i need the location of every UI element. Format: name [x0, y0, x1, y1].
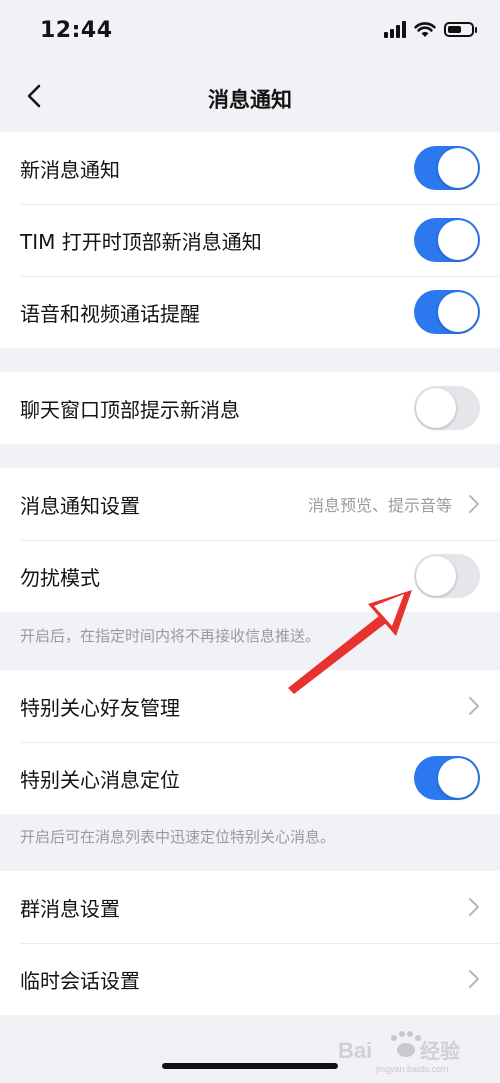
row-label: 临时会话设置: [20, 968, 140, 993]
row-special-care-locate: 特别关心消息定位: [0, 742, 500, 814]
row-label: 新消息通知: [20, 157, 120, 182]
special-care-hint: 开启后可在消息列表中迅速定位特别关心消息。: [20, 828, 336, 846]
row-label: 消息通知设置: [20, 493, 140, 518]
group-notifications: 新消息通知 TIM 打开时顶部新消息通知 语音和视频通话提醒: [0, 132, 500, 348]
baidu-jingyan-watermark-logo: Bai 经验 jingyan.baidu.com: [338, 1031, 460, 1074]
row-label: 特别关心好友管理: [20, 695, 180, 720]
group-session-settings: 群消息设置 临时会话设置: [0, 871, 500, 1015]
svg-text:经验: 经验: [420, 1039, 460, 1063]
row-label: 勿扰模式: [20, 565, 100, 590]
status-bar: 12:44: [0, 0, 500, 64]
svg-text:jingyan.baidu.com: jingyan.baidu.com: [375, 1064, 449, 1074]
row-label: TIM 打开时顶部新消息通知: [20, 229, 262, 254]
row-value: 消息预览、提示音等: [307, 496, 452, 515]
row-label: 群消息设置: [20, 896, 120, 921]
chevron-right-icon: [469, 970, 479, 988]
chevron-right-icon: [469, 898, 479, 916]
row-temp-session-settings[interactable]: 临时会话设置: [0, 943, 500, 1015]
battery-icon: [444, 21, 477, 37]
tim-top-notification-toggle[interactable]: [414, 218, 480, 262]
new-message-notification-toggle[interactable]: [414, 146, 480, 190]
row-chat-top-hint: 聊天窗口顶部提示新消息: [0, 372, 500, 444]
wifi-icon: [414, 21, 436, 37]
do-not-disturb-hint: 开启后，在指定时间内将不再接收信息推送。: [20, 627, 321, 645]
chevron-right-icon: [469, 697, 479, 715]
group-chat-window: 聊天窗口顶部提示新消息: [0, 372, 500, 444]
row-tim-top-notification: TIM 打开时顶部新消息通知: [0, 204, 500, 276]
row-call-reminder: 语音和视频通话提醒: [0, 276, 500, 348]
group-special-care: 特别关心好友管理 特别关心消息定位: [0, 670, 500, 814]
row-label: 语音和视频通话提醒: [20, 301, 200, 326]
status-icons: [384, 20, 477, 38]
call-reminder-toggle[interactable]: [414, 290, 480, 334]
page-title: 消息通知: [208, 88, 292, 112]
chevron-right-icon: [469, 495, 479, 513]
row-label: 特别关心消息定位: [20, 767, 180, 792]
row-group-message-settings[interactable]: 群消息设置: [0, 871, 500, 943]
chat-top-hint-toggle[interactable]: [414, 386, 480, 430]
row-notification-settings[interactable]: 消息通知设置 消息预览、提示音等: [0, 468, 500, 540]
row-label: 聊天窗口顶部提示新消息: [20, 397, 240, 422]
status-time: 12:44: [40, 18, 113, 43]
special-care-locate-toggle[interactable]: [414, 756, 480, 800]
svg-text:Bai: Bai: [338, 1038, 372, 1063]
row-new-message-notification: 新消息通知: [0, 132, 500, 204]
home-indicator: [162, 1063, 338, 1069]
row-do-not-disturb: 勿扰模式: [0, 540, 500, 612]
nav-bar: 消息通知: [0, 64, 500, 128]
group-notification-settings: 消息通知设置 消息预览、提示音等 勿扰模式: [0, 468, 500, 612]
do-not-disturb-toggle[interactable]: [414, 554, 480, 598]
row-special-care-manage[interactable]: 特别关心好友管理: [0, 670, 500, 742]
cellular-signal-icon: [384, 20, 406, 38]
